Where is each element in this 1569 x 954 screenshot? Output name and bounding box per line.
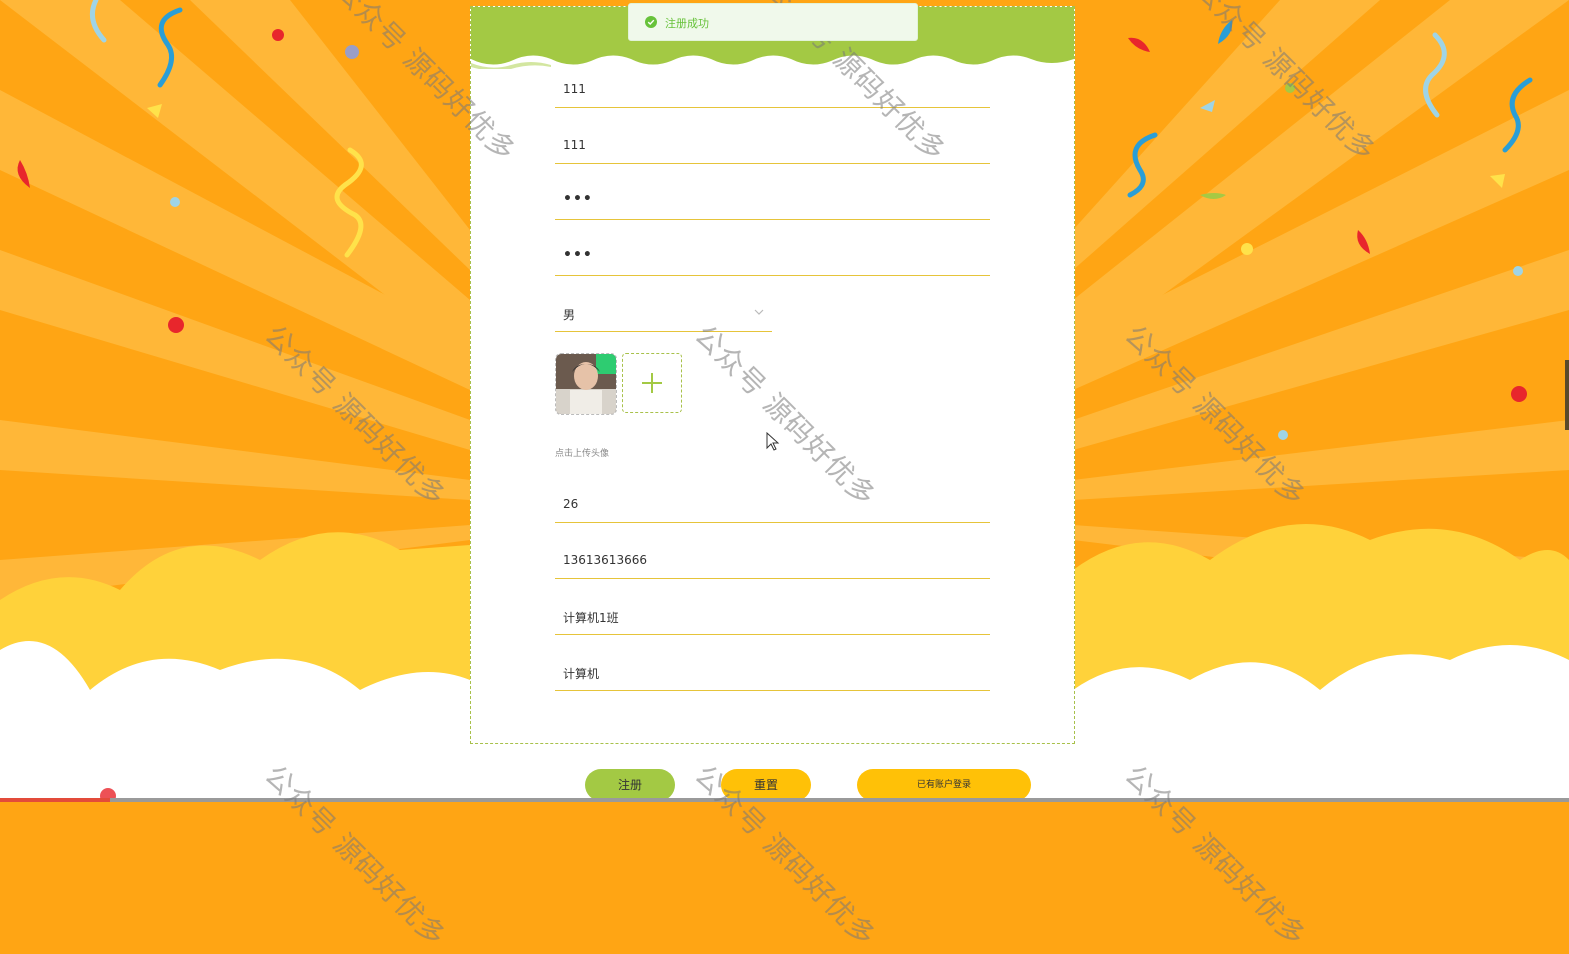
username-value: 111 (563, 82, 586, 96)
mouse-cursor-icon (766, 432, 780, 451)
reset-button[interactable]: 重置 (721, 769, 811, 801)
confirm-password-input[interactable]: ••• (555, 239, 990, 276)
age-value: 26 (563, 497, 579, 511)
password-input[interactable]: ••• (555, 183, 990, 220)
gender-value: 男 (563, 308, 576, 322)
plus-icon (642, 373, 662, 393)
class-input[interactable]: 计算机1班 (555, 598, 990, 635)
register-form-card: 111 111 ••• ••• 男 点击上传头像 26 13613613666 … (470, 6, 1075, 744)
class-value: 计算机1班 (563, 611, 619, 625)
major-value: 计算机 (563, 667, 600, 681)
phone-input[interactable]: 13613613666 (555, 542, 990, 579)
avatar-upload-button[interactable] (622, 353, 682, 413)
major-input[interactable]: 计算机 (555, 654, 990, 691)
password-value: ••• (563, 191, 593, 207)
bottom-bar (0, 798, 1569, 802)
check-circle-icon (645, 16, 657, 28)
bottom-progress (0, 798, 110, 802)
name-value: 111 (563, 138, 586, 152)
success-toast: 注册成功 (628, 3, 918, 41)
avatar-image (556, 354, 616, 414)
username-input[interactable]: 111 (555, 71, 990, 108)
chevron-down-icon (754, 309, 764, 315)
phone-value: 13613613666 (563, 553, 647, 567)
gender-select[interactable]: 男 (555, 295, 772, 332)
toast-message: 注册成功 (665, 17, 709, 30)
register-button[interactable]: 注册 (585, 769, 675, 801)
avatar-preview[interactable] (555, 353, 617, 415)
side-scroll-handle[interactable] (1565, 360, 1569, 430)
avatar-upload-hint: 点击上传头像 (555, 449, 610, 459)
login-link-button[interactable]: 已有账户登录 (857, 769, 1031, 801)
confirm-password-value: ••• (563, 247, 593, 263)
name-input[interactable]: 111 (555, 127, 990, 164)
age-input[interactable]: 26 (555, 486, 990, 523)
